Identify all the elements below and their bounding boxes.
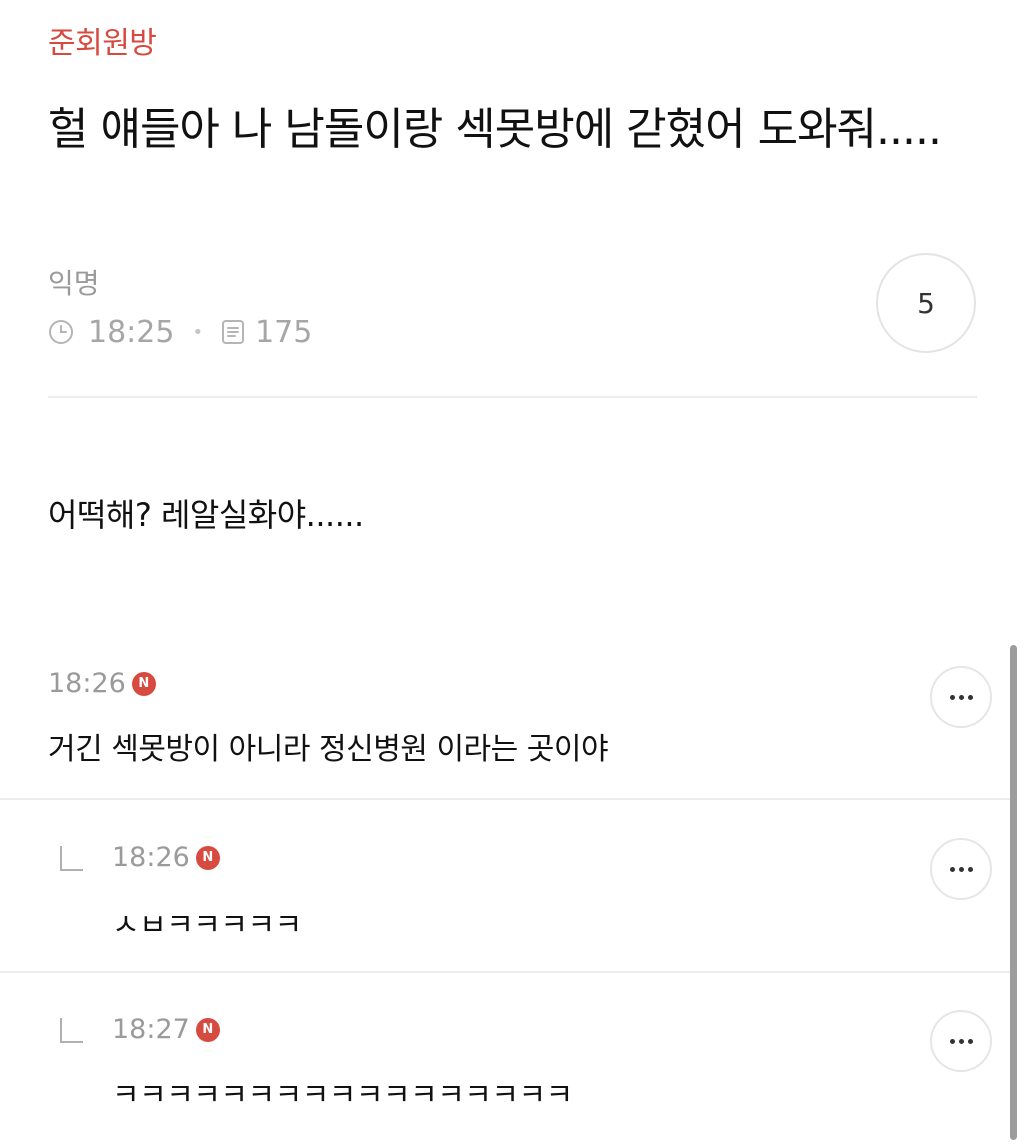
comment-time: 18:27 <box>112 1014 190 1045</box>
post-views: 175 <box>255 314 313 350</box>
document-icon <box>221 319 245 345</box>
comment-text: ㅋㅋㅋㅋㅋㅋㅋㅋㅋㅋㅋㅋㅋㅋㅋㅋㅋ <box>112 1078 573 1113</box>
new-badge: N <box>195 1017 220 1042</box>
clock-icon <box>48 319 74 345</box>
comment-text: ㅅㅂㅋㅋㅋㅋㅋ <box>112 908 302 943</box>
comment-more-button[interactable] <box>930 666 992 728</box>
reply-arrow-icon <box>58 1016 86 1050</box>
comment-meta: 18:26 N <box>48 668 156 699</box>
comment-time: 18:26 <box>48 668 126 699</box>
comment-more-button[interactable] <box>930 838 992 900</box>
reply-item: 18:26 N ㅅㅂㅋㅋㅋㅋㅋ <box>0 834 1010 974</box>
reply-item: 18:27 N ㅋㅋㅋㅋㅋㅋㅋㅋㅋㅋㅋㅋㅋㅋㅋㅋㅋ <box>0 1006 1010 1146</box>
post-page: 준회원방 헐 얘들아 나 남돌이랑 섹못방에 갇혔어 도와줘..... 익명 1… <box>0 0 1024 1147</box>
comment-count-button[interactable]: 5 <box>876 253 976 353</box>
divider <box>48 396 977 398</box>
board-name[interactable]: 준회원방 <box>48 18 157 62</box>
meta-separator: • <box>192 321 204 343</box>
more-icon <box>949 1038 973 1044</box>
comment-time: 18:26 <box>112 842 190 873</box>
post-body: 어떡해? 레알실화야...... <box>48 496 364 534</box>
post-meta: 18:25 • 175 <box>48 312 312 352</box>
more-icon <box>949 694 973 700</box>
comment-more-button[interactable] <box>930 1010 992 1072</box>
scrollbar[interactable] <box>1010 645 1017 1140</box>
divider <box>0 798 1010 800</box>
reply-arrow-icon <box>58 844 86 878</box>
comment-text: 거긴 섹못방이 아니라 정신병원 이라는 곳이야 <box>48 732 609 767</box>
comment-meta: 18:26 N <box>112 842 220 873</box>
new-badge: N <box>131 671 156 696</box>
more-icon <box>949 866 973 872</box>
post-author: 익명 <box>48 267 100 300</box>
comment-item: 18:26 N 거긴 섹못방이 아니라 정신병원 이라는 곳이야 <box>0 660 1010 800</box>
post-time: 18:25 <box>88 314 175 350</box>
new-badge: N <box>195 845 220 870</box>
comment-meta: 18:27 N <box>112 1014 220 1045</box>
post-title: 헐 얘들아 나 남돌이랑 섹못방에 갇혔어 도와줘..... <box>48 104 942 155</box>
divider <box>0 971 1010 973</box>
